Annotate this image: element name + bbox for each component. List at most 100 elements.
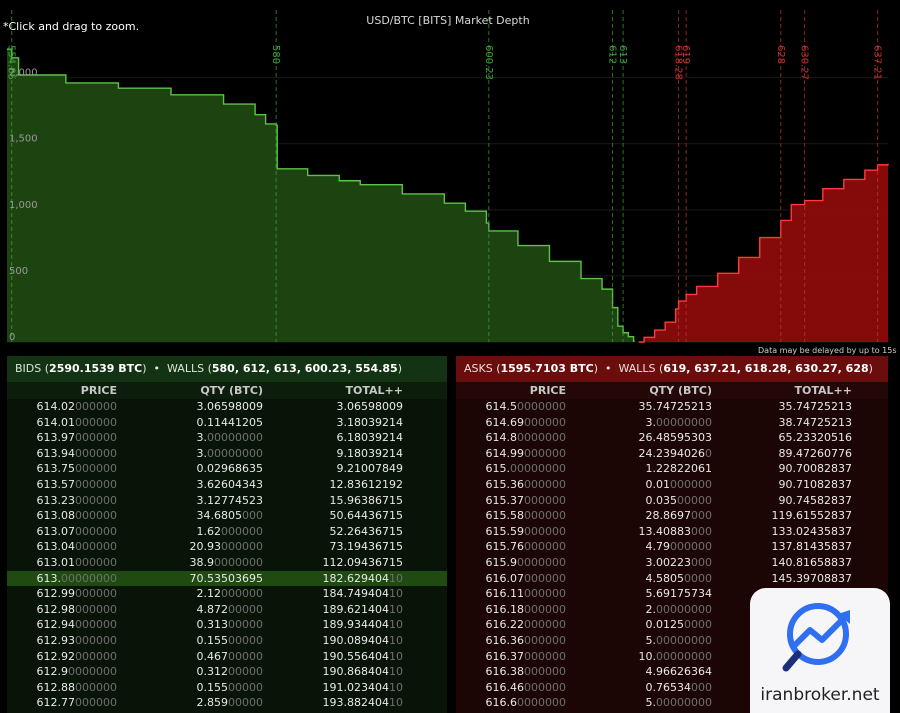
cell-value: 193.882404 — [322, 696, 389, 710]
table-row[interactable]: 613.57000000 3.62604343 12.83612192 — [7, 477, 447, 493]
table-row[interactable]: 616.07000000 4.58050000 145.39708837 — [456, 571, 888, 587]
bids-rows: 614.02000000 3.06598009 3.06598009 614.0100… — [7, 399, 447, 711]
price-cell: 614.50000000 — [456, 399, 567, 415]
total-cell: 119.61552837 — [712, 508, 852, 524]
watermark: iranbroker.net — [750, 588, 890, 713]
cell-trailing-zeros: 10 — [389, 649, 403, 663]
qty-cell: 2.00000000 — [566, 602, 713, 618]
cell-trailing-zeros: 0000000 — [68, 665, 117, 679]
cell-value: 137.81435837 — [771, 540, 852, 554]
table-row[interactable]: 615.36000000 0.01 000000 90.71082837 — [456, 477, 888, 493]
col-total[interactable]: TOTAL++ — [712, 382, 852, 399]
cell-value: 190.089404 — [322, 633, 389, 647]
table-row[interactable]: 615.59000000 13.40883000 133.02435837 — [456, 524, 888, 540]
table-row[interactable]: 613.94000000 3.00000000 9.18039214 — [7, 446, 447, 462]
table-row[interactable]: 612.94000000 0.31300000 189.93440410 — [7, 617, 447, 633]
table-row[interactable]: 612.99000000 2.12000000 184.74940410 — [7, 586, 447, 602]
cell-trailing-zeros: 0000000 — [214, 555, 263, 569]
cell-trailing-zeros: 000 — [691, 680, 712, 694]
table-row[interactable]: 613.00000000 70.53503695 182.62940410 — [7, 570, 447, 587]
cell-trailing-zeros: 000000 — [75, 633, 117, 647]
table-row[interactable]: 613.08000000 34.6805000 50.64436715 — [7, 508, 447, 524]
total-cell: 89.47260776 — [712, 446, 852, 462]
total-cell: 15.96386715 — [263, 493, 403, 509]
total-cell: 90.74582837 — [712, 493, 852, 509]
cell-trailing-zeros: 000000 — [75, 431, 117, 445]
cell-value: 38.74725213 — [778, 415, 852, 429]
cell-trailing-zeros: 0000000 — [517, 431, 566, 445]
cell-value: 612.93 — [36, 633, 76, 647]
table-row[interactable]: 612.93000000 0.15500000 190.08940410 — [7, 633, 447, 649]
cell-trailing-zeros: 10 — [389, 602, 403, 616]
price-cell: 613.04000000 — [7, 539, 118, 555]
cell-value: 612.9 — [36, 665, 69, 679]
table-row[interactable]: 613.01000000 38.90000000 112.09436715 — [7, 555, 447, 571]
chart-hint: *Click and drag to zoom. — [3, 20, 139, 33]
qty-cell: 26.48595303 — [566, 430, 712, 446]
table-row[interactable]: 615.90000000 3.00223000 140.81658837 — [456, 555, 888, 571]
cell-trailing-zeros: 0000000 — [517, 696, 566, 710]
cell-trailing-zeros: 10 — [389, 587, 403, 601]
cell-trailing-zeros: 000000 — [524, 540, 566, 554]
table-row[interactable]: 613.97000000 3.00000000 6.18039214 — [7, 430, 447, 446]
total-cell: 9.18039214 — [263, 446, 403, 462]
cell-value: 3.12774523 — [196, 493, 263, 507]
table-row[interactable]: 612.92000000 0.46700000 190.55640410 — [7, 649, 447, 665]
cell-value: 0.01 — [645, 477, 671, 491]
ask-wall-label: 619 — [680, 45, 691, 64]
table-row[interactable]: 613.07000000 1.62000000 52.26436715 — [7, 524, 447, 540]
table-row[interactable]: 613.04000000 20.93000000 73.19436715 — [7, 539, 447, 555]
table-row[interactable]: 614.69000000 3.00000000 38.74725213 — [456, 415, 888, 431]
cell-value: 3. — [196, 446, 208, 460]
table-row[interactable]: 612.90000000 0.31200000 190.86840410 — [7, 664, 447, 680]
cell-value: 190.868404 — [322, 665, 389, 679]
cell-value: 0.0125 — [645, 618, 685, 632]
table-row[interactable]: 612.98000000 4.87200000 189.62140410 — [7, 602, 447, 618]
col-price[interactable]: PRICE — [456, 382, 566, 399]
table-row[interactable]: 615.58000000 28.8697000 119.61552837 — [456, 508, 888, 524]
table-row[interactable]: 614.80000000 26.48595303 65.23320516 — [456, 430, 888, 446]
col-price[interactable]: PRICE — [7, 382, 117, 399]
cell-trailing-zeros: 000 — [691, 509, 712, 523]
price-cell: 612.88000000 — [7, 680, 118, 696]
cell-value: 612.99 — [36, 587, 76, 601]
price-cell: 612.77000000 — [7, 695, 118, 711]
table-row[interactable]: 614.50000000 35.74725213 35.74725213 — [456, 399, 888, 415]
cell-value: 0.155 — [196, 680, 229, 694]
cell-trailing-zeros: 00000 — [228, 665, 263, 679]
cell-value: 616.07 — [485, 571, 525, 585]
table-row[interactable]: 615.00000000 1.22822061 90.70082837 — [456, 461, 888, 477]
table-row[interactable]: 615.37000000 0.03500000 90.74582837 — [456, 493, 888, 509]
qty-cell: 3.00000000 — [117, 446, 264, 462]
cell-trailing-zeros: 00000 — [228, 696, 263, 710]
table-row[interactable]: 612.88000000 0.15500000 191.02340410 — [7, 680, 447, 696]
col-qty[interactable]: QTY (BTC) — [566, 382, 712, 399]
total-cell: 9.21007849 — [263, 461, 403, 477]
cell-trailing-zeros: 00000000 — [61, 571, 117, 585]
table-row[interactable]: 615.76000000 4.79000000 137.81435837 — [456, 539, 888, 555]
market-depth-chart[interactable]: *Click and drag to zoom. USD/BTC [BITS] … — [0, 0, 900, 352]
table-row[interactable]: 613.75000000 0.02968635 9.21007849 — [7, 461, 447, 477]
price-cell: 613.75000000 — [7, 461, 118, 477]
trend-chart-icon — [782, 603, 850, 672]
table-row[interactable]: 614.02000000 3.06598009 3.06598009 — [7, 399, 447, 415]
table-row[interactable]: 614.01000000 0.11441205 3.18039214 — [7, 415, 447, 431]
cell-trailing-zeros: 00000000 — [656, 649, 712, 663]
price-cell: 615.36000000 — [456, 477, 567, 493]
total-cell: 90.71082837 — [712, 477, 852, 493]
total-cell: 112.09436715 — [263, 555, 403, 571]
cell-value: 613.57 — [36, 477, 76, 491]
total-cell: 189.93440410 — [263, 617, 403, 633]
table-row[interactable]: 613.23000000 3.12774523 15.96386715 — [7, 493, 447, 509]
table-row[interactable]: 614.99000000 24.23940260 89.47260776 — [456, 446, 888, 462]
cell-trailing-zeros: 000000 — [75, 462, 117, 476]
cell-trailing-zeros: 000000 — [524, 477, 566, 491]
col-total[interactable]: TOTAL++ — [263, 382, 403, 399]
cell-value: 615.37 — [485, 493, 525, 507]
price-cell: 613.23000000 — [7, 493, 118, 509]
qty-cell: 10.00000000 — [566, 649, 713, 665]
cell-trailing-zeros: 10 — [389, 618, 403, 632]
col-qty[interactable]: QTY (BTC) — [117, 382, 263, 399]
ask-wall-label: 628 — [775, 45, 786, 64]
table-row[interactable]: 612.77000000 2.85900000 193.88240410 — [7, 695, 447, 711]
